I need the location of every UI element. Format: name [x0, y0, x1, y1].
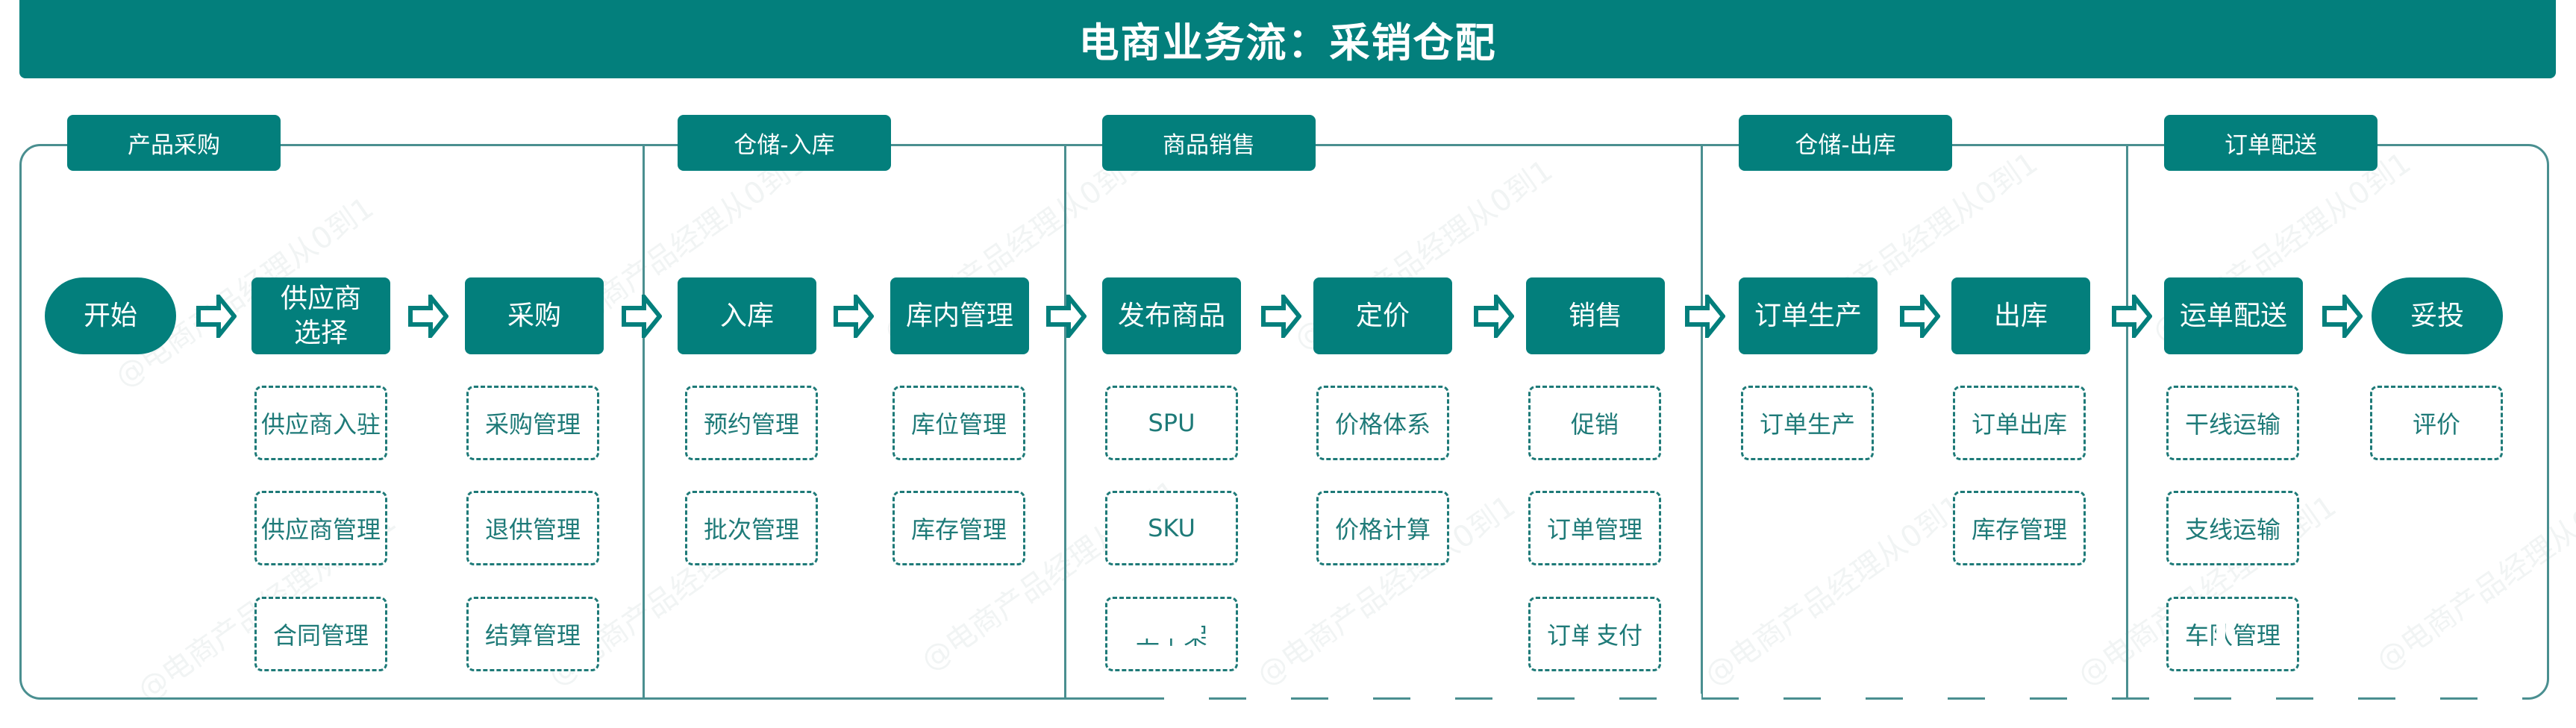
sub-return-management: 退供管理 [466, 491, 599, 565]
occlusion-mask [1164, 694, 2567, 703]
node-order-production: 订单生产 [1739, 277, 1878, 354]
node-sales: 销售 [1526, 277, 1665, 354]
sub-location-management: 库位管理 [892, 386, 1025, 460]
flow-arrow-icon [2322, 290, 2363, 342]
node-publish-product: 发布商品 [1102, 277, 1241, 354]
flow-arrow-icon [1685, 290, 1726, 342]
sub-price-calc: 价格计算 [1316, 491, 1449, 565]
sub-spu: SPU [1105, 386, 1238, 460]
node-purchase: 采购 [465, 277, 604, 354]
flow-arrow-icon [1900, 290, 1941, 342]
node-inbound: 入库 [678, 277, 816, 354]
flow-arrow-icon [834, 290, 875, 342]
occlusion-mask [1119, 612, 1201, 638]
section-divider [2126, 144, 2128, 700]
sub-price-system: 价格体系 [1316, 386, 1449, 460]
flow-arrow-icon [2112, 290, 2153, 342]
sub-inventory-management: 库存管理 [892, 491, 1025, 565]
node-pricing: 定价 [1313, 277, 1452, 354]
section-divider [1064, 144, 1066, 700]
sub-branch-transport: 支线运输 [2166, 491, 2299, 565]
sub-settlement-management: 结算管理 [466, 597, 599, 671]
page-title: 电商业务流：采销仓配 [19, 0, 2556, 78]
sub-trunk-transport: 干线运输 [2166, 386, 2299, 460]
node-warehouse-mgmt: 库内管理 [890, 277, 1029, 354]
section-label-procurement: 产品采购 [67, 115, 281, 171]
sub-order-outbound: 订单出库 [1953, 386, 2086, 460]
flow-arrow-icon [408, 290, 449, 342]
sub-order-management: 订单管理 [1528, 491, 1661, 565]
flow-arrow-icon [1046, 290, 1087, 342]
occlusion-mask [2216, 619, 2225, 653]
section-divider [1701, 144, 1703, 700]
sub-order-production: 订单生产 [1741, 386, 1874, 460]
flow-arrow-icon [1261, 290, 1302, 342]
node-waybill-delivery: 运单配送 [2164, 277, 2303, 354]
section-label-inbound: 仓储-入库 [678, 115, 891, 171]
node-start: 开始 [45, 277, 176, 354]
sub-batch-management: 批次管理 [685, 491, 818, 565]
sub-promotion: 促销 [1528, 386, 1661, 460]
node-delivered: 妥投 [2372, 277, 2503, 354]
section-label-outbound: 仓储-出库 [1739, 115, 1952, 171]
sub-supplier-management: 供应商管理 [254, 491, 387, 565]
flow-arrow-icon [622, 290, 663, 342]
sub-appointment-management: 预约管理 [685, 386, 818, 460]
flow-arrow-icon [196, 290, 237, 342]
node-outbound: 出库 [1951, 277, 2090, 354]
sub-sku: SKU [1105, 491, 1238, 565]
sub-contract-management: 合同管理 [254, 597, 387, 671]
sub-fleet-management: 车队管理 [2166, 597, 2299, 671]
sub-purchase-management: 采购管理 [466, 386, 599, 460]
sub-review: 评价 [2370, 386, 2503, 460]
occlusion-mask [1588, 618, 1598, 652]
section-label-sales: 商品销售 [1102, 115, 1316, 171]
section-divider [643, 144, 645, 700]
flow-arrow-icon [1474, 290, 1515, 342]
node-supplier-selection: 供应商 选择 [251, 277, 390, 354]
sub-supplier-onboarding: 供应商入驻 [254, 386, 387, 460]
sub-stock-management: 库存管理 [1953, 491, 2086, 565]
section-label-delivery: 订单配送 [2164, 115, 2378, 171]
